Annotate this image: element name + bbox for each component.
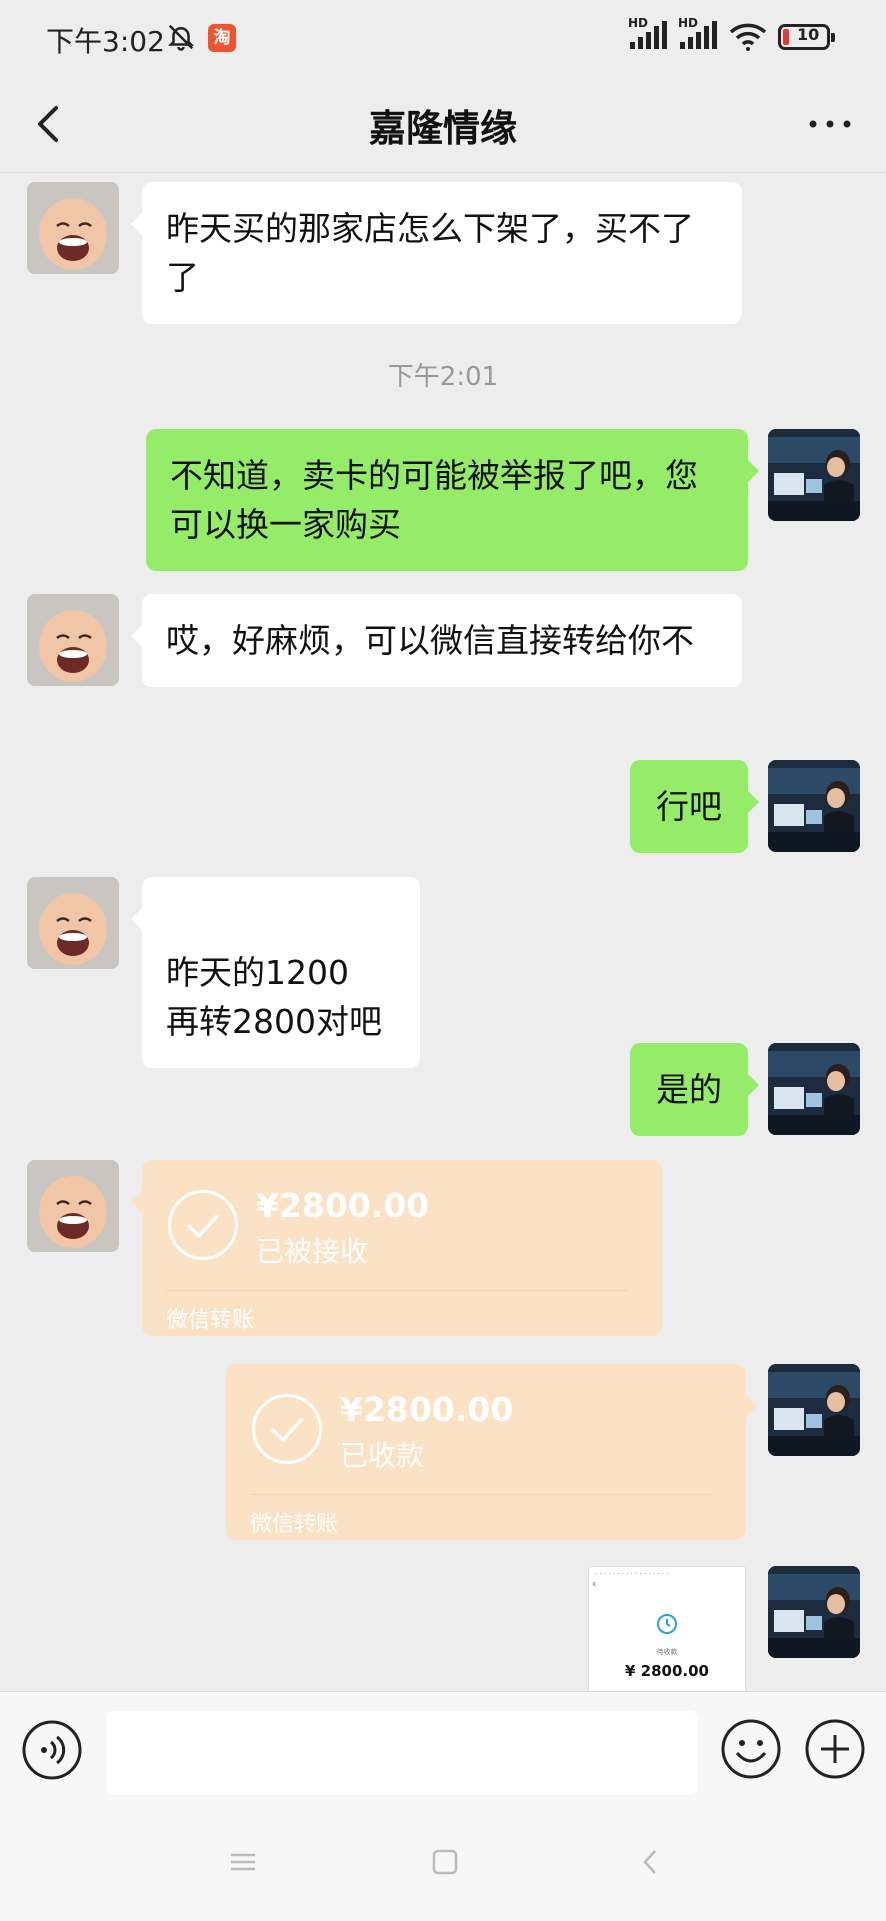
contact-avatar[interactable] (27, 594, 119, 686)
system-navigation (0, 1847, 886, 1897)
message-bubble-sent[interactable]: 不知道，卖卡的可能被举报了吧，您可以换一家购买 (146, 429, 759, 571)
hd-label: HD (678, 16, 699, 30)
my-avatar[interactable] (768, 429, 860, 521)
contact-avatar[interactable] (27, 877, 119, 969)
wifi-icon (728, 22, 768, 56)
check-icon (168, 1190, 238, 1260)
transfer-card-received[interactable]: ¥2800.00 已被接收 微信转账 (131, 1160, 662, 1336)
voice-icon (22, 1720, 82, 1780)
my-avatar[interactable] (768, 1364, 860, 1456)
my-avatar[interactable] (768, 1043, 860, 1135)
message-bubble-sent[interactable]: 行吧 (630, 760, 759, 853)
status-bar: 下午3:02 淘 HD HD 10 (0, 0, 886, 78)
nav-back-icon[interactable] (636, 1847, 666, 1881)
transfer-card-sent[interactable]: ¥2800.00 已收款 微信转账 (226, 1364, 757, 1540)
thumbnail-status: 待收款 (656, 1648, 678, 1656)
hd-label: HD (628, 16, 649, 30)
message-text: 昨天买的那家店怎么下架了，买不了了 (166, 209, 694, 297)
thumbnail-amount: ¥ 2800.00 (625, 1662, 709, 1680)
message-text: 行吧 (656, 787, 722, 826)
battery-icon: 10 (778, 24, 835, 50)
more-icon (809, 120, 851, 128)
message-bubble-sent[interactable]: 是的 (630, 1043, 759, 1136)
transfer-footer: 微信转账 (250, 1512, 339, 1537)
transfer-amount: ¥2800.00 (256, 1186, 430, 1225)
chat-title: 嘉隆情缘 (369, 107, 517, 150)
image-message-thumbnail[interactable]: · · · · · · · · · · · · · · · · · ‹ 待收款 … (588, 1566, 746, 1691)
contact-avatar[interactable] (27, 182, 119, 274)
message-bubble-received[interactable]: 昨天的1200 再转2800对吧 (131, 877, 420, 1068)
transfer-footer: 微信转账 (166, 1308, 255, 1333)
plus-icon (805, 1719, 865, 1779)
emoji-button[interactable] (718, 1716, 784, 1782)
transfer-status: 已收款 (340, 1439, 425, 1472)
divider (166, 1290, 628, 1291)
message-text: 是的 (656, 1070, 722, 1109)
message-text: 哎，好麻烦，可以微信直接转给你不 (166, 621, 694, 660)
message-text: 不知道，卖卡的可能被举报了吧，您可以换一家购买 (170, 456, 698, 544)
transfer-status: 已被接收 (256, 1235, 369, 1268)
my-avatar[interactable] (768, 1566, 860, 1658)
signal-icon: HD (678, 16, 718, 54)
message-text: 昨天的1200 再转2800对吧 (166, 953, 382, 1041)
message-timestamp: 下午2:01 (387, 362, 499, 392)
message-bubble-received[interactable]: 昨天买的那家店怎么下架了，买不了了 (131, 182, 742, 324)
thumbnail-status-bar: · · · · · · · · · · · · · · · · · (595, 1570, 669, 1578)
contact-avatar[interactable] (27, 1160, 119, 1252)
home-icon[interactable] (430, 1847, 460, 1881)
emoji-icon (721, 1719, 781, 1779)
my-avatar[interactable] (768, 760, 860, 852)
check-icon (252, 1394, 322, 1464)
clock-icon (656, 1613, 678, 1639)
status-time: 下午3:02 (46, 25, 165, 58)
voice-button[interactable] (20, 1718, 84, 1782)
divider (250, 1494, 712, 1495)
taobao-app-icon: 淘 (208, 24, 236, 52)
more-button[interactable] (800, 94, 860, 154)
chevron-left-icon: ‹ (592, 1577, 597, 1590)
bell-off-icon (166, 22, 196, 56)
battery-level: 10 (797, 25, 820, 44)
input-bar (0, 1691, 886, 1921)
menu-icon[interactable] (228, 1847, 258, 1881)
plus-button[interactable] (802, 1716, 868, 1782)
message-bubble-received[interactable]: 哎，好麻烦，可以微信直接转给你不 (131, 594, 742, 687)
transfer-amount: ¥2800.00 (340, 1390, 514, 1429)
chat-header: 嘉隆情缘 (0, 78, 886, 173)
signal-icon: HD (628, 16, 668, 54)
message-input[interactable] (106, 1711, 698, 1795)
